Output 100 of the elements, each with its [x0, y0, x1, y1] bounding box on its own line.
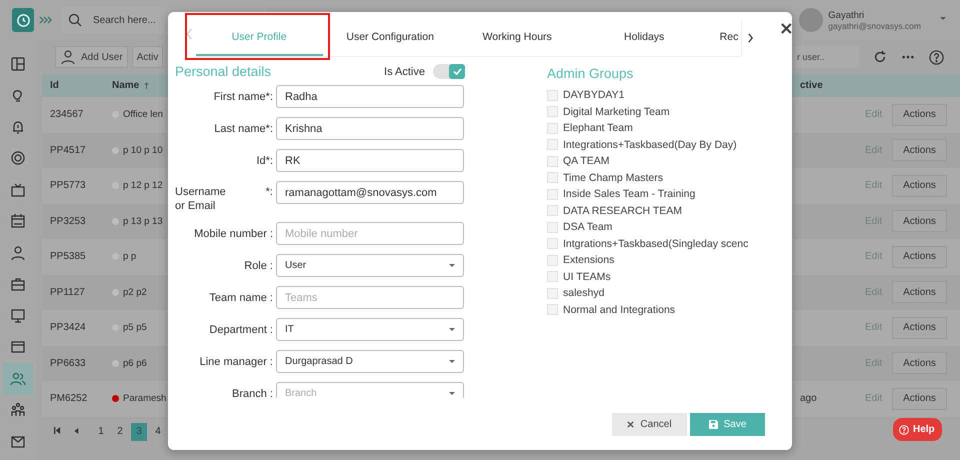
- checkbox[interactable]: [547, 222, 558, 233]
- checkbox[interactable]: [547, 288, 558, 299]
- user-name: p6 p6: [123, 358, 147, 369]
- checkbox[interactable]: [547, 106, 558, 118]
- field-label: Branch :: [231, 388, 273, 398]
- clock-logo-icon[interactable]: [12, 8, 34, 32]
- close-icon[interactable]: [781, 22, 792, 34]
- page-number[interactable]: 2: [112, 422, 128, 440]
- page-number[interactable]: 1: [93, 422, 109, 440]
- target-icon: [10, 150, 26, 166]
- search-icon: [67, 12, 83, 28]
- dropdown[interactable]: User: [276, 254, 464, 277]
- dropdown[interactable]: IT: [276, 318, 464, 341]
- toggle-label: Is Active: [384, 66, 425, 78]
- help-icon[interactable]: [929, 50, 944, 64]
- input-field[interactable]: Krishna: [276, 117, 464, 140]
- group-label: Digital Marketing Team: [563, 106, 670, 118]
- sort-arrow-icon[interactable]: [144, 82, 150, 89]
- group-label: Extensions: [563, 254, 614, 266]
- input-field[interactable]: Radha: [276, 85, 464, 108]
- checkbox[interactable]: [547, 271, 558, 282]
- group-label: Inside Sales Team - Training: [563, 188, 696, 200]
- more-icon[interactable]: [901, 55, 915, 59]
- group-label: UI TEAMs: [563, 270, 611, 283]
- double-chevron-icon[interactable]: [39, 16, 53, 24]
- user-name: p p: [123, 251, 136, 262]
- tab[interactable]: Rec: [708, 20, 738, 56]
- column-header[interactable]: Name: [112, 80, 140, 91]
- user-name: p5 p5: [123, 322, 147, 334]
- dropdown[interactable]: Durgaprasad D: [276, 350, 464, 373]
- input-field[interactable]: ramanagottam@snovasys.com: [276, 181, 464, 204]
- tv-icon: [10, 182, 26, 198]
- actions-button[interactable]: Actions: [892, 246, 947, 268]
- user-name: Paramesh: [123, 393, 166, 404]
- user-name: p 10 p 10: [123, 144, 163, 156]
- user-name: Gayathri: [828, 10, 866, 20]
- checkbox[interactable]: [547, 139, 558, 150]
- actions-button[interactable]: Actions: [892, 104, 947, 126]
- actions-button[interactable]: Actions: [892, 388, 947, 410]
- tab[interactable]: Holidays: [580, 20, 708, 56]
- input-field[interactable]: Teams: [276, 286, 464, 309]
- cancel-button[interactable]: Cancel: [612, 413, 687, 436]
- actions-button[interactable]: Actions: [892, 174, 947, 197]
- dashboard-icon: [10, 56, 26, 72]
- input-field[interactable]: RK: [276, 149, 464, 172]
- tab[interactable]: User Configuration: [326, 20, 454, 56]
- checkbox[interactable]: [547, 188, 558, 200]
- monitor-icon: [10, 308, 26, 324]
- column-header[interactable]: Id: [42, 80, 112, 91]
- user-name: Office len: [123, 109, 163, 120]
- table-cell-text: PP5773: [49, 180, 87, 192]
- table-cell: ago: [800, 393, 817, 404]
- checkbox[interactable]: [547, 238, 558, 250]
- table-cell-text: PP5385: [49, 251, 87, 262]
- filter-button[interactable]: Activ: [132, 46, 164, 68]
- table-cell-text: PP6633: [49, 358, 87, 369]
- group-label: Elephant Team: [563, 122, 633, 134]
- table-cell-text: PM6252: [49, 393, 88, 404]
- previous-page-icon[interactable]: [73, 427, 79, 436]
- add-user-button[interactable]: Add User: [55, 46, 128, 68]
- table-cell-text: PP3253: [49, 216, 87, 227]
- group-label: QA TEAM: [563, 155, 610, 168]
- checkbox[interactable]: [547, 172, 558, 184]
- actions-button[interactable]: Actions: [892, 316, 947, 339]
- actions-button[interactable]: Actions: [892, 281, 947, 304]
- tab[interactable]: Working Hours: [454, 20, 581, 56]
- input-field[interactable]: Mobile number: [276, 222, 464, 245]
- section-heading: Personal details: [175, 64, 272, 79]
- users-icon: [10, 370, 26, 387]
- group-label: Integrations+Taskbased(Day By Day): [563, 138, 737, 151]
- actions-button[interactable]: Actions: [892, 139, 947, 162]
- close-icon: [627, 421, 634, 428]
- actions-button[interactable]: Actions: [892, 210, 947, 232]
- checkbox[interactable]: [547, 122, 558, 134]
- checkbox[interactable]: [547, 205, 558, 216]
- column-header[interactable]: ctive: [800, 80, 865, 91]
- table-cell-text: 234567: [49, 109, 84, 120]
- field-label: Mobile number :: [193, 228, 273, 240]
- actions-button[interactable]: Actions: [892, 352, 947, 374]
- field-label: Username or Email: [175, 185, 227, 213]
- field-label: Team name :: [208, 292, 273, 304]
- checkbox[interactable]: [547, 254, 558, 266]
- toggle-switch[interactable]: [433, 64, 465, 79]
- chevron-right-icon: [747, 33, 754, 43]
- checkbox[interactable]: [547, 304, 558, 316]
- bell-icon: [10, 118, 26, 135]
- page-number[interactable]: 4: [150, 422, 166, 440]
- first-page-icon[interactable]: [54, 427, 61, 436]
- refresh-icon[interactable]: [873, 50, 887, 64]
- field-label: Role :: [243, 260, 273, 272]
- sidebar-item[interactable]: [3, 363, 33, 394]
- checkbox[interactable]: [547, 90, 558, 101]
- field-label: Department :: [208, 324, 273, 336]
- group-label: Time Champ Masters: [563, 172, 663, 184]
- user-name: p2 p2: [123, 286, 147, 298]
- people-group-icon: [10, 402, 26, 418]
- checkbox[interactable]: [547, 156, 558, 167]
- check-icon: [452, 68, 462, 75]
- help-button[interactable]: Help: [893, 418, 942, 441]
- table-cell-text: PP3424: [49, 322, 87, 334]
